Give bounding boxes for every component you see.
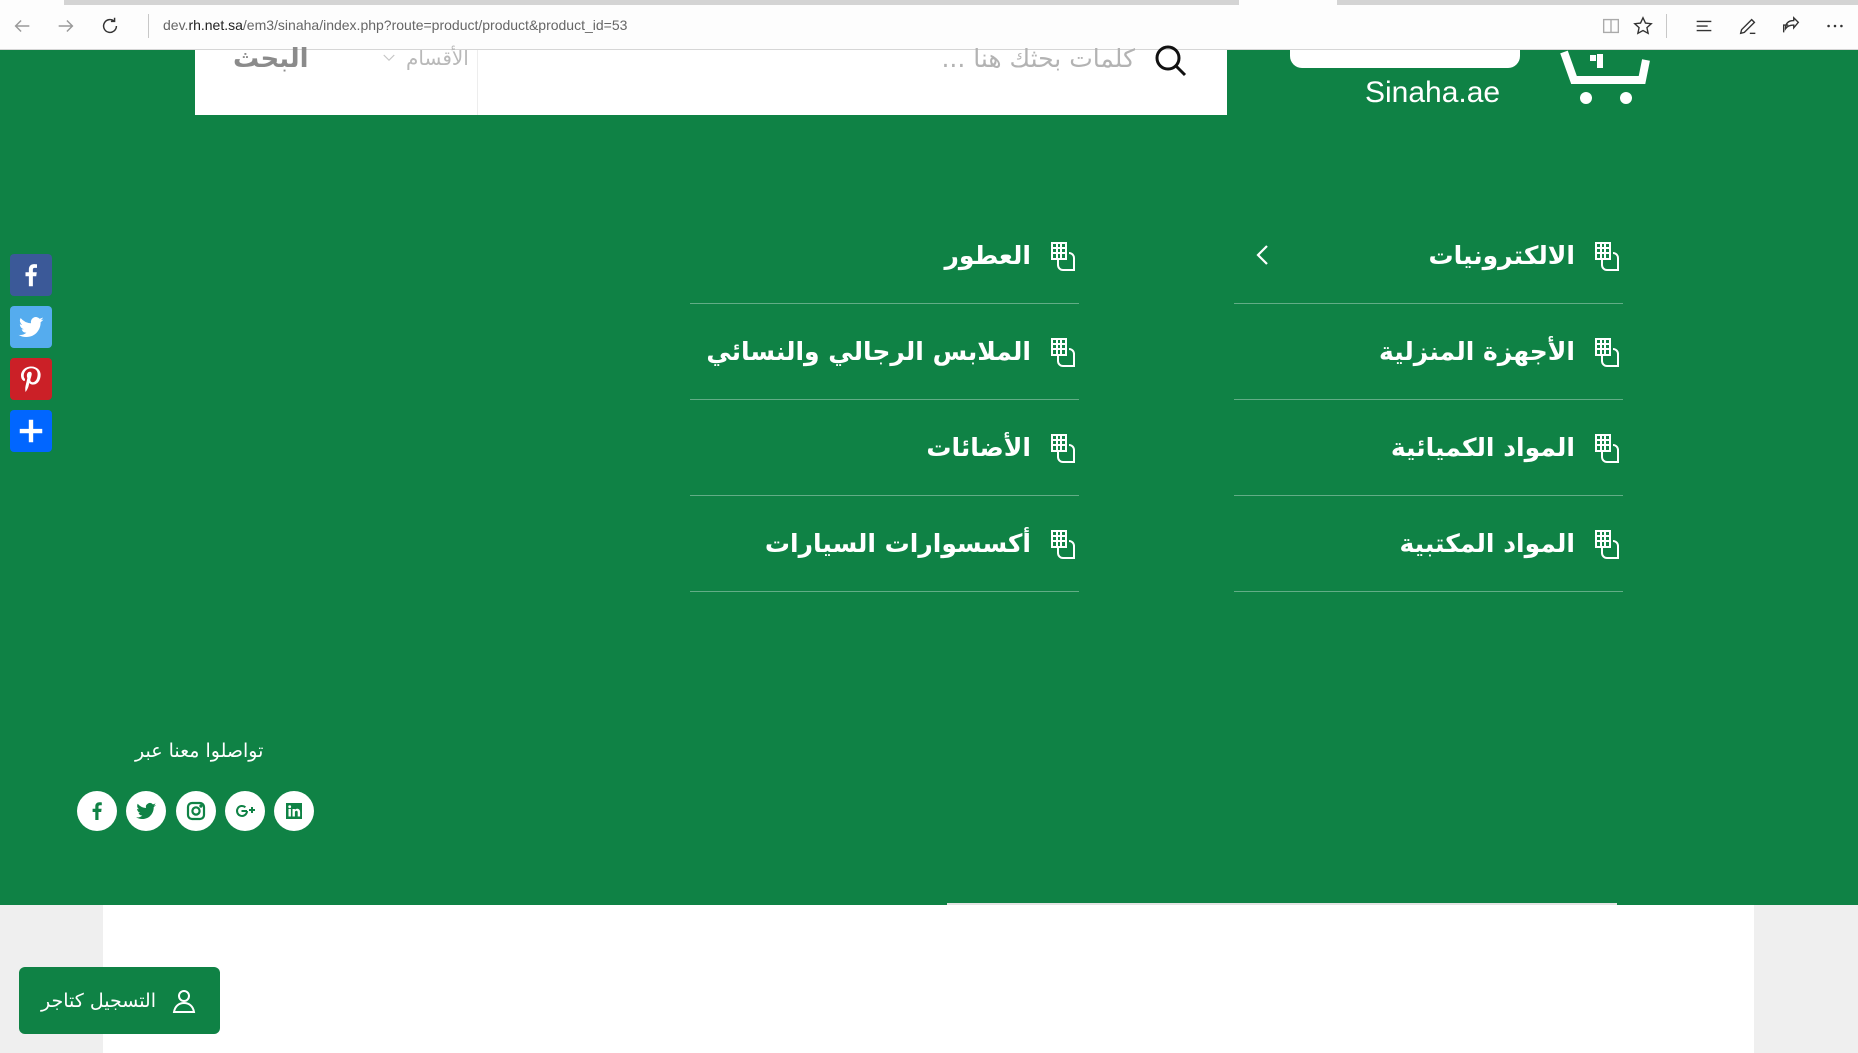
url-domain: rh.net.sa — [188, 17, 243, 33]
register-button-label: التسجيل كتاجر — [41, 989, 156, 1012]
search-button[interactable]: البحث — [233, 44, 309, 74]
chevron-down-icon — [383, 54, 395, 62]
hub-icon[interactable] — [1690, 12, 1718, 40]
footer-instagram-link[interactable] — [176, 791, 216, 831]
page-content-area — [103, 905, 1754, 1053]
share-twitter-button[interactable] — [10, 306, 52, 348]
web-note-icon[interactable] — [1734, 12, 1762, 40]
address-bar[interactable]: dev.rh.net.sa/em3/sinaha/index.php?route… — [163, 17, 627, 33]
more-icon[interactable] — [1821, 12, 1849, 40]
forward-icon[interactable] — [50, 10, 82, 42]
search-divider — [477, 50, 478, 115]
contact-us-title: تواصلوا معنا عبر — [135, 740, 264, 762]
reading-view-icon[interactable] — [1597, 12, 1625, 40]
browser-toolbar: dev.rh.net.sa/em3/sinaha/index.php?route… — [0, 0, 1858, 50]
category-icon — [1593, 240, 1623, 272]
category-label: المواد الكميائية — [1390, 433, 1575, 462]
category-label: الأضائات — [926, 433, 1031, 462]
footer-google-plus-link[interactable] — [225, 791, 265, 831]
category-select-label: الأقسام — [406, 46, 469, 70]
category-icon — [1049, 240, 1079, 272]
category-item-perfumes[interactable]: العطور — [690, 208, 1079, 304]
search-icon[interactable] — [1153, 44, 1189, 80]
category-select[interactable]: الأقسام — [380, 44, 480, 72]
category-icon — [1049, 336, 1079, 368]
instagram-icon — [186, 801, 206, 821]
twitter-icon — [18, 317, 44, 338]
category-item-lighting[interactable]: الأضائات — [690, 400, 1079, 496]
category-item-home-appliances[interactable]: الأجهزة المنزلية — [1234, 304, 1623, 400]
toolbar-separator — [1666, 14, 1667, 38]
address-separator — [148, 14, 149, 38]
content-divider — [947, 903, 1617, 905]
tab-strip — [64, 0, 1239, 5]
category-label: العطور — [944, 241, 1032, 270]
share-more-button[interactable] — [10, 410, 52, 452]
back-icon[interactable] — [6, 10, 38, 42]
category-label: أكسسوارات السيارات — [764, 529, 1031, 558]
google-plus-icon — [236, 804, 255, 817]
share-facebook-button[interactable] — [10, 254, 52, 296]
cart-logo-icon — [1560, 50, 1650, 110]
category-item-car-accessories[interactable]: أكسسوارات السيارات — [690, 496, 1079, 592]
chevron-left-icon — [1252, 242, 1274, 268]
footer-facebook-link[interactable] — [77, 791, 117, 831]
twitter-icon — [136, 803, 156, 820]
url-path: /em3/sinaha/index.php?route=product/prod… — [242, 17, 628, 33]
search-input[interactable]: كلمات بحثك هنا ... — [860, 44, 1135, 73]
favorite-star-icon[interactable] — [1629, 12, 1657, 40]
logo-wordmark-shape — [1290, 50, 1520, 68]
share-icon[interactable] — [1777, 12, 1805, 40]
facebook-icon — [92, 802, 102, 820]
user-icon — [172, 989, 196, 1013]
tab-strip-right — [1337, 0, 1858, 5]
category-item-electronics[interactable]: الالكترونيات — [1234, 208, 1623, 304]
category-label: الملابس الرجالي والنسائي — [706, 337, 1031, 366]
category-icon — [1593, 528, 1623, 560]
url-prefix: dev. — [163, 17, 189, 33]
category-item-clothing[interactable]: الملابس الرجالي والنسائي — [690, 304, 1079, 400]
plus-icon — [19, 419, 43, 443]
facebook-icon — [25, 264, 37, 287]
share-pinterest-button[interactable] — [10, 358, 52, 400]
category-label: الأجهزة المنزلية — [1379, 337, 1575, 366]
category-item-chemicals[interactable]: المواد الكميائية — [1234, 400, 1623, 496]
category-label: المواد المكتبية — [1399, 529, 1575, 558]
refresh-icon[interactable] — [94, 10, 126, 42]
pinterest-icon — [21, 366, 41, 392]
category-item-office-supplies[interactable]: المواد المكتبية — [1234, 496, 1623, 592]
category-label: الالكترونيات — [1428, 241, 1575, 270]
logo-text: Sinaha.ae — [1365, 76, 1501, 109]
category-icon — [1049, 528, 1079, 560]
category-icon — [1593, 336, 1623, 368]
footer-linkedin-link[interactable] — [274, 791, 314, 831]
linkedin-icon — [286, 803, 302, 819]
category-icon — [1049, 432, 1079, 464]
category-icon — [1593, 432, 1623, 464]
register-as-merchant-button[interactable]: التسجيل كتاجر — [19, 967, 220, 1034]
footer-twitter-link[interactable] — [126, 791, 166, 831]
